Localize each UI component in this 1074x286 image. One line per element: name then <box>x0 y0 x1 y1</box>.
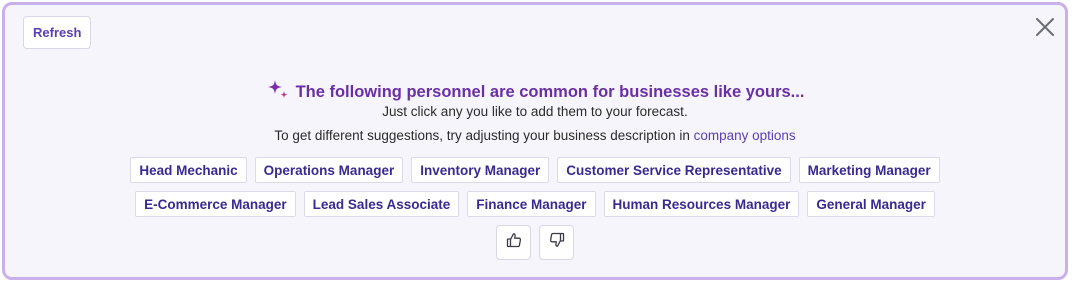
thumbs-down-button[interactable] <box>539 225 574 260</box>
refresh-button[interactable]: Refresh <box>23 16 92 49</box>
headline: The following personnel are common for b… <box>5 78 1065 107</box>
hint-prefix: To get different suggestions, try adjust… <box>274 128 694 143</box>
close-icon[interactable] <box>1035 17 1055 37</box>
suggestion-chip[interactable]: Human Resources Manager <box>603 191 800 217</box>
suggestion-row-1: Head Mechanic Operations Manager Invento… <box>5 157 1065 183</box>
company-options-link[interactable]: company options <box>694 128 796 143</box>
suggestion-chip[interactable]: Lead Sales Associate <box>303 191 460 217</box>
hint-text: To get different suggestions, try adjust… <box>5 128 1065 143</box>
suggestion-chip[interactable]: General Manager <box>807 191 935 217</box>
thumbs-down-icon <box>549 232 565 253</box>
suggestion-chip[interactable]: Head Mechanic <box>130 157 247 183</box>
suggestion-chip[interactable]: Inventory Manager <box>411 157 550 183</box>
suggestion-chip[interactable]: Operations Manager <box>254 157 404 183</box>
instruction-text: Just click any you like to add them to y… <box>382 104 688 119</box>
suggestion-chip[interactable]: Customer Service Representative <box>557 157 791 183</box>
thumbs-up-icon <box>506 232 522 253</box>
sparkle-icon <box>266 78 290 107</box>
feedback-buttons <box>5 225 1065 260</box>
suggestion-chip[interactable]: Marketing Manager <box>798 157 940 183</box>
suggestion-chip[interactable]: E-Commerce Manager <box>135 191 296 217</box>
suggestion-row-2: E-Commerce Manager Lead Sales Associate … <box>5 191 1065 217</box>
suggestion-chip[interactable]: Finance Manager <box>467 191 596 217</box>
headline-title: The following personnel are common for b… <box>295 83 805 101</box>
thumbs-up-button[interactable] <box>496 225 531 260</box>
suggestions-panel: Refresh The following personnel are comm… <box>2 2 1068 280</box>
